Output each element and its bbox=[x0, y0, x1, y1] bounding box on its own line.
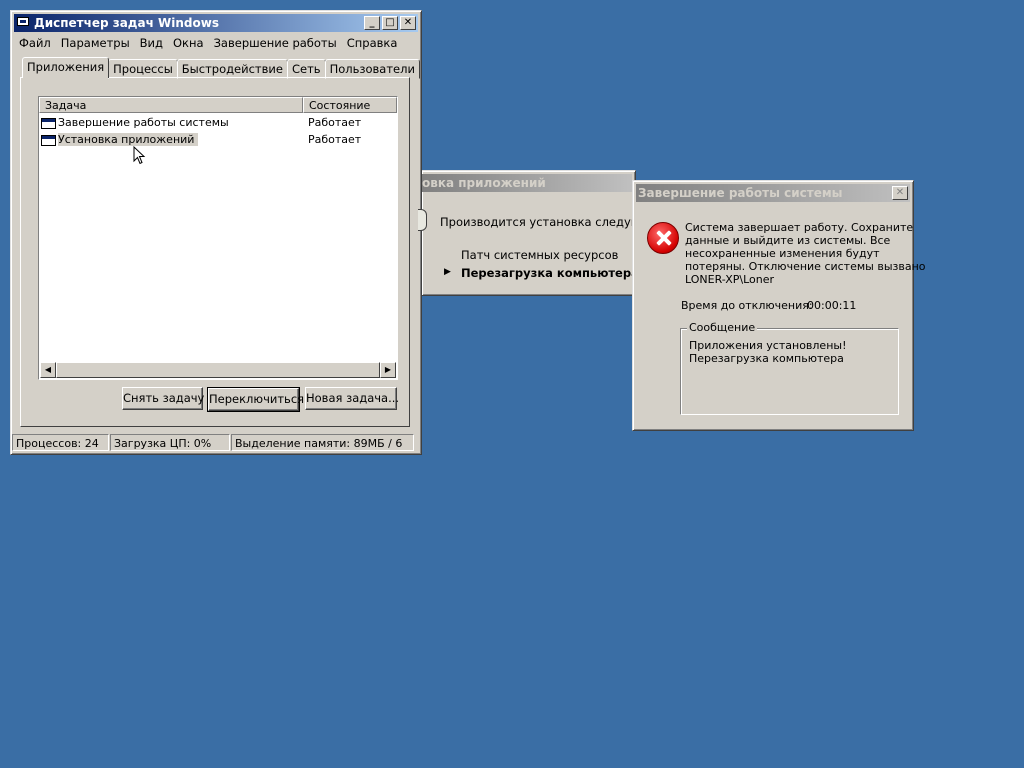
message-text-line: Перезагрузка компьютера bbox=[689, 352, 844, 365]
list-item[interactable]: Завершение работы системы Работает bbox=[41, 114, 395, 131]
task-name: Завершение работы системы bbox=[58, 116, 229, 129]
menu-shutdown[interactable]: Завершение работы bbox=[209, 34, 342, 52]
installer-titlebar[interactable]: овка приложений bbox=[422, 174, 632, 192]
window-title: Диспетчер задач Windows bbox=[34, 16, 219, 30]
new-task-button[interactable]: Новая задача... bbox=[305, 387, 399, 410]
application-icon bbox=[41, 117, 56, 129]
status-processes: Процессов: 24 bbox=[12, 434, 109, 451]
task-name: Установка приложений bbox=[58, 133, 199, 146]
scroll-thumb[interactable] bbox=[56, 362, 380, 378]
shutdown-title: Завершение работы системы bbox=[638, 186, 843, 200]
menu-view[interactable]: Вид bbox=[135, 34, 168, 52]
monitor-icon bbox=[17, 17, 29, 26]
message-line: Система завершает работу. Сохраните bbox=[685, 221, 914, 234]
tab-strip: Приложения Процессы Быстродействие Сеть Поль… bbox=[22, 57, 420, 79]
maximize-button[interactable]: □ bbox=[382, 16, 398, 30]
task-status: Работает bbox=[308, 116, 362, 129]
error-icon bbox=[647, 222, 679, 254]
tab-users[interactable]: Пользователи bbox=[324, 59, 420, 79]
message-text-line: Приложения установлены! bbox=[689, 339, 847, 352]
status-cpu: Загрузка ЦП: 0% bbox=[110, 434, 230, 451]
menu-help[interactable]: Справка bbox=[342, 34, 403, 52]
installer-title: овка приложений bbox=[422, 176, 546, 190]
menu-bar: Файл Параметры Вид Окна Завершение работы Спр… bbox=[14, 34, 402, 52]
mouse-cursor-icon bbox=[133, 146, 146, 165]
switch-to-button[interactable]: Переключиться bbox=[207, 387, 304, 412]
time-value: 00:00:11 bbox=[807, 299, 857, 312]
message-line: LONER-XP\Loner bbox=[685, 273, 774, 286]
installer-icon bbox=[418, 209, 427, 231]
message-line: данные и выйдите из системы. Все bbox=[685, 234, 891, 247]
tab-network[interactable]: Сеть bbox=[286, 59, 326, 79]
end-task-button[interactable]: Снять задачу bbox=[122, 387, 204, 410]
application-icon bbox=[41, 134, 56, 146]
task-manager-titlebar[interactable]: Диспетчер задач Windows _ □ ✕ bbox=[14, 14, 418, 32]
tab-applications[interactable]: Приложения bbox=[22, 57, 110, 78]
close-button[interactable]: ✕ bbox=[892, 186, 908, 200]
shutdown-titlebar[interactable]: Завершение работы системы ✕ bbox=[636, 184, 910, 202]
tab-performance[interactable]: Быстродействие bbox=[176, 59, 288, 79]
shutdown-dialog[interactable]: Завершение работы системы ✕ Система заве… bbox=[632, 180, 926, 431]
menu-file[interactable]: Файл bbox=[14, 34, 56, 52]
task-list[interactable]: Задача Состояние Завершение работы систе… bbox=[38, 96, 398, 380]
menu-options[interactable]: Параметры bbox=[56, 34, 135, 52]
message-line: несохраненные изменения будут bbox=[685, 247, 880, 260]
scroll-left-icon[interactable]: ◀ bbox=[40, 362, 56, 378]
time-label: Время до отключения: bbox=[681, 299, 813, 312]
minimize-button[interactable]: _ bbox=[364, 16, 380, 30]
message-groupbox: Сообщение Приложения установлены! Переза… bbox=[680, 321, 899, 415]
column-header-status[interactable]: Состояние bbox=[303, 97, 397, 113]
status-memory: Выделение памяти: 89МБ / 6 bbox=[231, 434, 414, 451]
installer-window[interactable]: овка приложений Производится установка с… bbox=[418, 170, 675, 296]
groupbox-label: Сообщение bbox=[687, 321, 758, 334]
close-button[interactable]: ✕ bbox=[400, 16, 416, 30]
groupbox-text: Приложения установлены! Перезагрузка ком… bbox=[689, 339, 847, 365]
menu-windows[interactable]: Окна bbox=[168, 34, 209, 52]
tab-processes[interactable]: Процессы bbox=[108, 59, 178, 79]
horizontal-scrollbar[interactable]: ◀ ▶ bbox=[40, 362, 396, 378]
shutdown-message: Система завершает работу. Сохраните данн… bbox=[685, 221, 926, 286]
task-status: Работает bbox=[308, 133, 362, 146]
install-item: Патч системных ресурсов bbox=[461, 248, 619, 262]
list-header: Задача Состояние bbox=[39, 97, 397, 113]
column-header-task[interactable]: Задача bbox=[39, 97, 303, 113]
message-line: потеряны. Отключение системы вызвано bbox=[685, 260, 926, 273]
scroll-right-icon[interactable]: ▶ bbox=[380, 362, 396, 378]
install-item-current: Перезагрузка компьютера bbox=[461, 266, 639, 280]
list-item[interactable]: Установка приложений Работает bbox=[41, 131, 395, 148]
current-arrow-icon: ▶ bbox=[444, 267, 451, 277]
